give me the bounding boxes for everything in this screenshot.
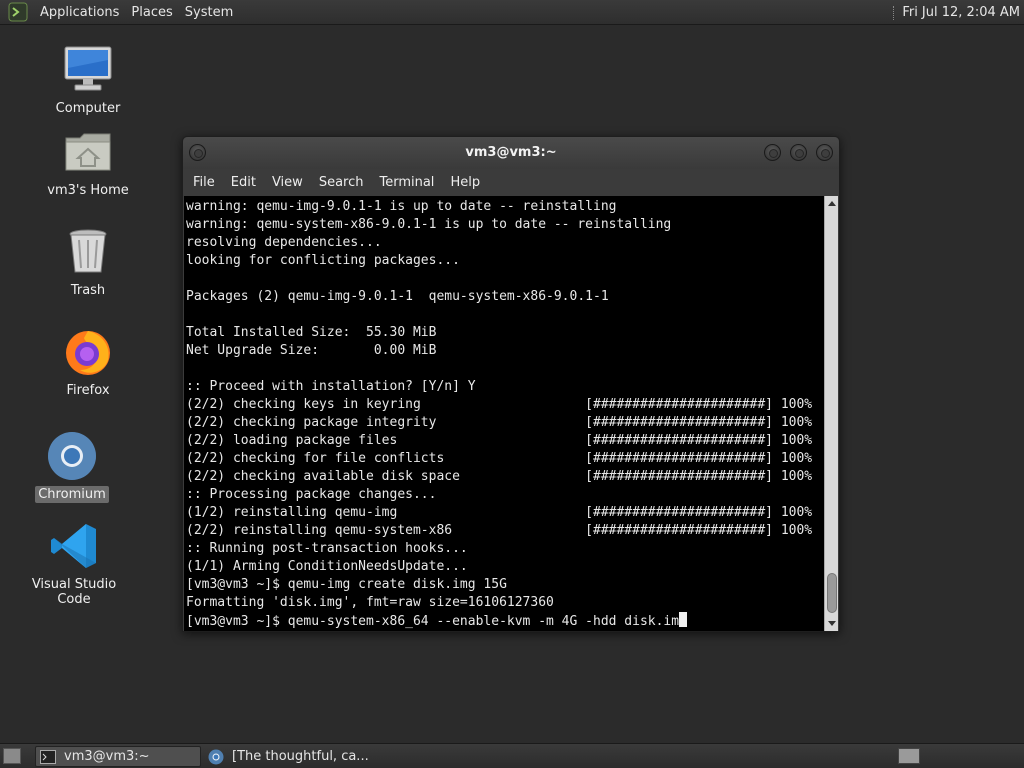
panel-separator <box>893 5 896 20</box>
terminal-line: Packages (2) qemu-img-9.0.1-1 qemu-syste… <box>186 289 609 304</box>
prompt-text: [vm3@vm3 ~]$ qemu-system-x86_64 --enable… <box>186 614 680 629</box>
terminal-line: Formatting 'disk.img', fmt=raw size=1610… <box>186 595 554 610</box>
terminal-line: (1/2) reinstalling qemu-img [###########… <box>186 505 813 520</box>
taskbar-item-chromium[interactable]: [The thoughtful, ca... <box>204 746 374 767</box>
close-button[interactable] <box>816 144 833 161</box>
terminal-line: :: Running post-transaction hooks... <box>186 541 468 556</box>
text-cursor <box>679 612 688 627</box>
terminal-line: [vm3@vm3 ~]$ qemu-img create disk.img 15… <box>186 577 507 592</box>
desktop-icon-chromium[interactable]: Chromium <box>12 430 132 503</box>
terminal-icon <box>40 749 56 764</box>
chromium-icon <box>46 430 98 482</box>
terminal-line: (2/2) reinstalling qemu-system-x86 [####… <box>186 523 813 538</box>
distro-logo-icon[interactable] <box>8 2 28 22</box>
menu-file[interactable]: File <box>187 175 222 190</box>
window-menu-button[interactable] <box>189 144 206 161</box>
desktop-icon-label: Visual Studio Code <box>31 577 117 607</box>
window-title: vm3@vm3:~ <box>465 145 557 160</box>
desktop-icon-label: vm3's Home <box>47 183 129 198</box>
chromium-icon <box>208 749 224 764</box>
terminal-window[interactable]: vm3@vm3:~ File Edit View Search Terminal… <box>182 136 840 632</box>
maximize-button[interactable] <box>790 144 807 161</box>
terminal-line: :: Proceed with installation? [Y/n] Y <box>186 379 476 394</box>
desktop-icon-label: Chromium <box>35 486 109 503</box>
top-panel: Applications Places System Fri Jul 12, 2… <box>0 0 1024 25</box>
menu-help[interactable]: Help <box>444 175 487 190</box>
scrollbar-thumb[interactable] <box>827 573 837 613</box>
home-folder-icon <box>62 126 114 178</box>
terminal-line: (2/2) loading package files [###########… <box>186 433 813 448</box>
terminal-output[interactable]: warning: qemu-img-9.0.1-1 is up to date … <box>184 196 824 631</box>
desktop-icon-home[interactable]: vm3's Home <box>28 126 148 199</box>
terminal-line: Net Upgrade Size: 0.00 MiB <box>186 343 437 358</box>
workspace-switcher[interactable] <box>898 748 920 764</box>
show-desktop-icon[interactable] <box>3 748 21 764</box>
applications-menu[interactable]: Applications <box>34 0 125 25</box>
desktop-icon-vscode[interactable]: Visual Studio Code <box>14 520 134 608</box>
desktop-icon-label: Computer <box>55 101 121 116</box>
terminal-menubar: File Edit View Search Terminal Help <box>183 169 839 195</box>
terminal-line: resolving dependencies... <box>186 235 382 250</box>
taskbar-item-label: [The thoughtful, ca... <box>232 749 369 764</box>
bottom-panel: vm3@vm3:~ [The thoughtful, ca... <box>0 743 1024 768</box>
scroll-down-arrow-icon[interactable] <box>828 621 836 626</box>
vscode-icon <box>48 520 100 572</box>
trash-icon <box>62 226 114 278</box>
taskbar-item-terminal[interactable]: vm3@vm3:~ <box>35 746 201 767</box>
desktop-icon-trash[interactable]: Trash <box>28 226 148 299</box>
desktop-icon-label: Trash <box>70 283 106 298</box>
clock[interactable]: Fri Jul 12, 2:04 AM <box>893 0 1020 25</box>
window-titlebar[interactable]: vm3@vm3:~ <box>183 137 839 169</box>
terminal-line: Total Installed Size: 55.30 MiB <box>186 325 437 340</box>
terminal-line: (2/2) checking for file conflicts [#####… <box>186 451 813 466</box>
terminal-line: (2/2) checking available disk space [###… <box>186 469 813 484</box>
system-menu[interactable]: System <box>179 0 239 25</box>
terminal-line: warning: qemu-system-x86-9.0.1-1 is up t… <box>186 217 672 232</box>
terminal-line: (2/2) checking package integrity [######… <box>186 415 813 430</box>
computer-icon <box>62 44 114 96</box>
menu-edit[interactable]: Edit <box>225 175 263 190</box>
firefox-icon <box>62 326 114 378</box>
menu-view[interactable]: View <box>266 175 310 190</box>
terminal-line: looking for conflicting packages... <box>186 253 460 268</box>
minimize-button[interactable] <box>764 144 781 161</box>
terminal-prompt-line[interactable]: [vm3@vm3 ~]$ qemu-system-x86_64 --enable… <box>186 612 824 631</box>
taskbar-item-label: vm3@vm3:~ <box>64 749 150 764</box>
terminal-line: :: Processing package changes... <box>186 487 437 502</box>
terminal-line: warning: qemu-img-9.0.1-1 is up to date … <box>186 199 617 214</box>
places-menu[interactable]: Places <box>125 0 178 25</box>
desktop-icon-label: Firefox <box>66 383 110 398</box>
scroll-up-arrow-icon[interactable] <box>828 201 836 206</box>
desktop-icon-firefox[interactable]: Firefox <box>28 326 148 399</box>
clock-text: Fri Jul 12, 2:04 AM <box>902 5 1020 20</box>
terminal-scrollbar[interactable] <box>824 196 838 631</box>
menu-search[interactable]: Search <box>313 175 371 190</box>
desktop-icon-computer[interactable]: Computer <box>28 44 148 117</box>
terminal-line: (2/2) checking keys in keyring [########… <box>186 397 813 412</box>
terminal-line: (1/1) Arming ConditionNeedsUpdate... <box>186 559 468 574</box>
menu-terminal[interactable]: Terminal <box>373 175 441 190</box>
